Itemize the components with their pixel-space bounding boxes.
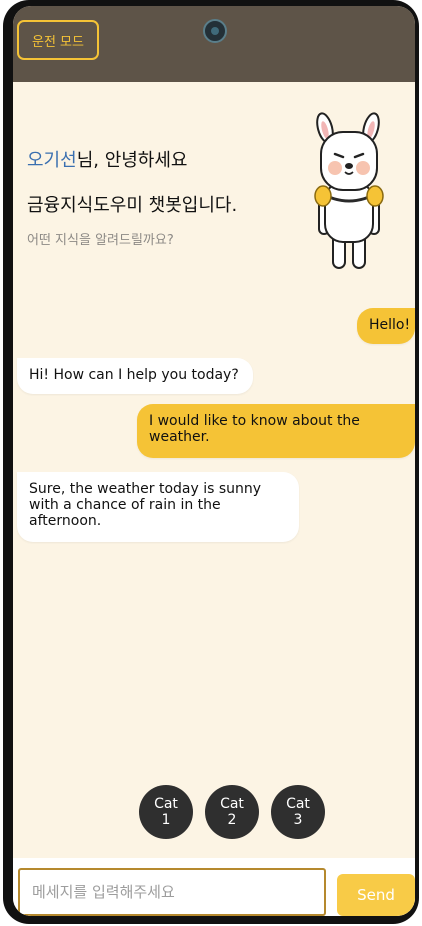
bot-message-bubble: Hi! How can I help you today? (17, 358, 253, 394)
message-text: Hi! How can I help you today? (29, 367, 239, 383)
message-text: Hello! (369, 317, 411, 333)
message-input[interactable] (18, 868, 326, 916)
top-bar: 운전 모드 (13, 6, 415, 82)
alpaca-mascot-icon (314, 112, 384, 269)
message-text: Sure, the weather today is sunny with a … (29, 481, 262, 529)
category-label: Cat (220, 796, 244, 812)
category-number: 2 (227, 812, 237, 828)
user-name: 오기선 (27, 150, 77, 171)
bot-message-bubble: Sure, the weather today is sunny with a … (17, 472, 299, 542)
chatbot-title: 금융지식도우미 챗봇입니다. (27, 195, 238, 216)
user-message-bubble: I would like to know about the weather. (137, 404, 415, 458)
message-text: I would like to know about the weather. (149, 413, 360, 445)
category-button-3[interactable]: Cat 3 (271, 785, 325, 839)
message-input-bar: Send (13, 858, 415, 916)
chatbot-subtitle: 어떤 지식을 알려드릴까요? (27, 233, 174, 248)
category-number: 1 (161, 812, 171, 828)
greeting-suffix: 님, 안녕하세요 (76, 150, 188, 171)
category-button-2[interactable]: Cat 2 (205, 785, 259, 839)
category-label: Cat (154, 796, 178, 812)
drive-mode-button[interactable]: 운전 모드 (17, 20, 99, 60)
send-button[interactable]: Send (337, 874, 415, 916)
category-button-1[interactable]: Cat 1 (139, 785, 193, 839)
app-screen: 운전 모드 오기선님, 안녕하세요 금융지식도우미 챗봇입니다. 어떤 지식을 … (13, 6, 415, 916)
camera-icon (203, 19, 227, 43)
phone-frame: 운전 모드 오기선님, 안녕하세요 금융지식도우미 챗봇입니다. 어떤 지식을 … (3, 0, 419, 924)
category-number: 3 (293, 812, 303, 828)
category-label: Cat (286, 796, 310, 812)
greeting-line: 오기선님, 안녕하세요 (27, 146, 188, 172)
user-message-bubble: Hello! (357, 308, 415, 344)
